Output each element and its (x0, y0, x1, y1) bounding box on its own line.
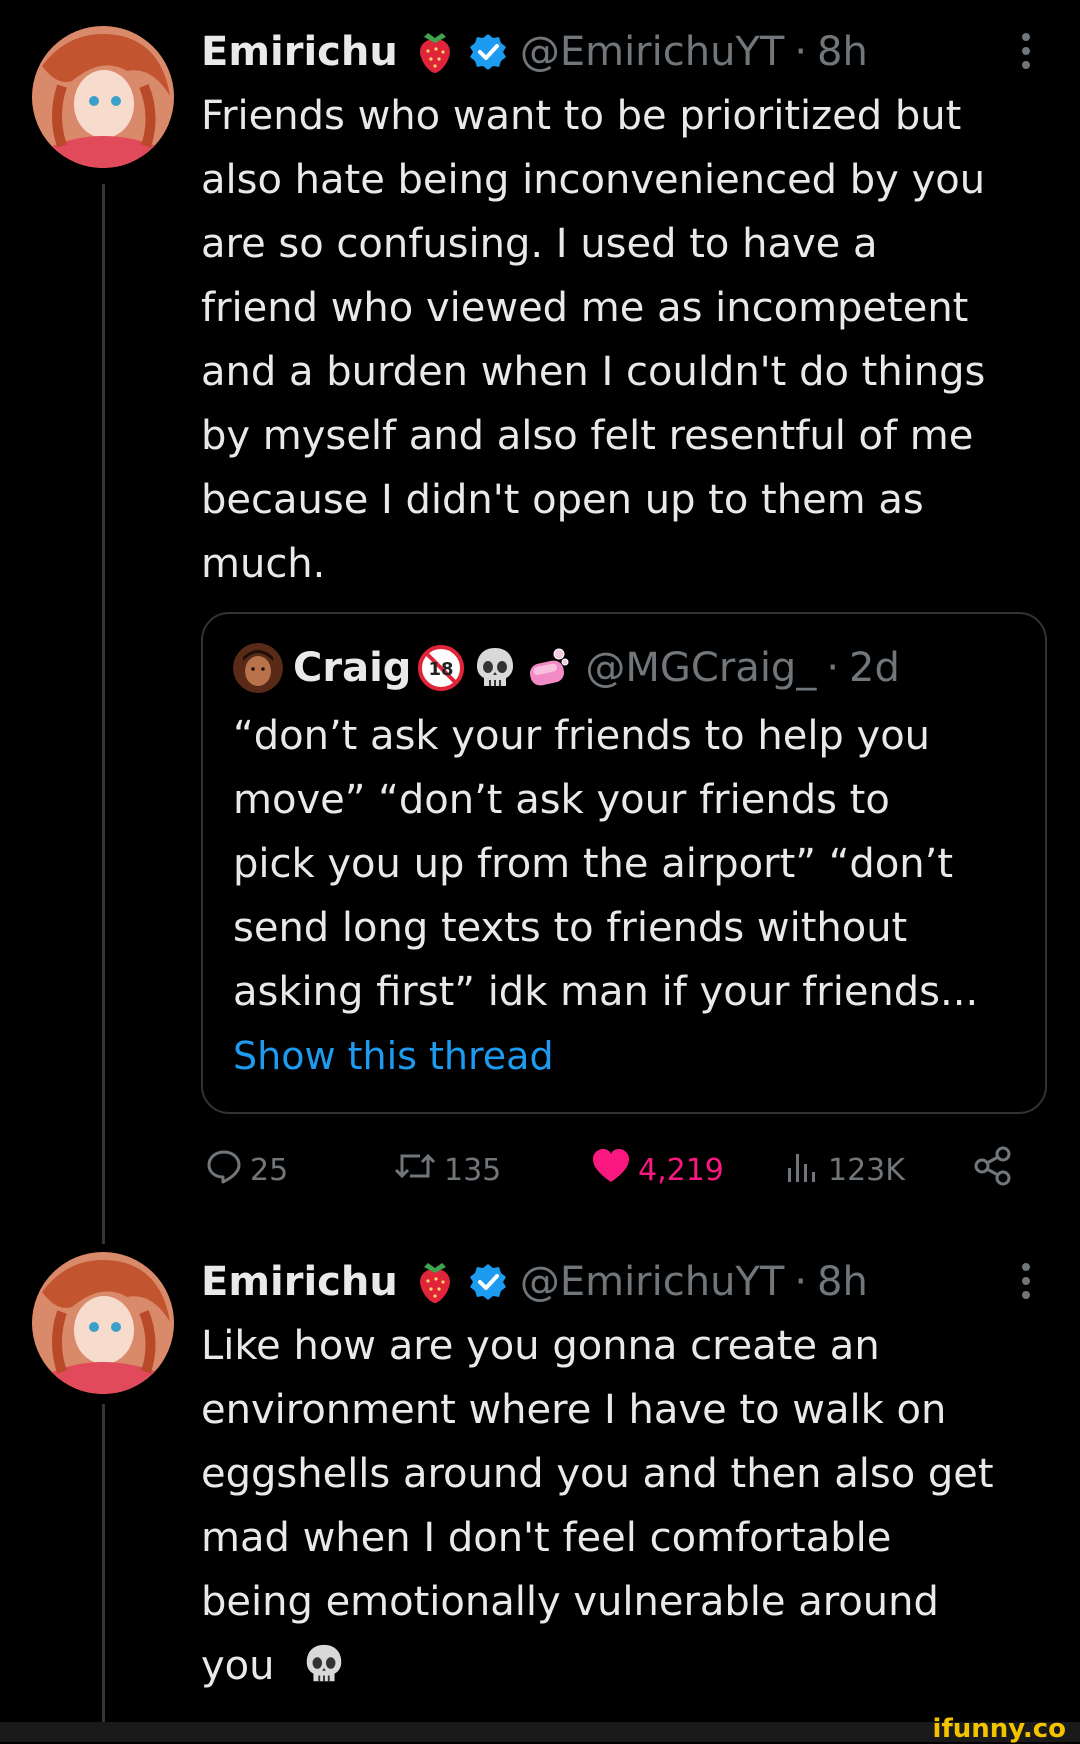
show-thread-link[interactable]: Show this thread (233, 1034, 554, 1078)
reply-icon (204, 1146, 250, 1194)
timestamp[interactable]: 8h (817, 1259, 868, 1305)
quoted-handle[interactable]: @MGCraig_ (585, 645, 816, 691)
quoted-line: send long texts to friends without (233, 905, 908, 951)
quoted-avatar[interactable] (233, 643, 283, 693)
quoted-line: pick you up from the airport” “don’t (233, 841, 954, 887)
heart-icon (590, 1146, 638, 1194)
watermark-bar: ifunny.co (0, 1714, 1080, 1744)
tweet-line: Friends who want to be prioritized but (201, 93, 962, 139)
watermark-logo: ifunny.co (932, 1714, 1066, 1744)
tweet-line-text: you (201, 1643, 275, 1689)
views-count: 123K (828, 1152, 905, 1188)
action-bar: 25 135 4,219 123K (0, 1140, 1080, 1200)
quoted-tweet-header: Craig 18 @MGCraig_ · 2d (233, 640, 900, 696)
svg-text:18: 18 (429, 659, 454, 680)
tweet-line: eggshells around you and then also get (201, 1451, 994, 1497)
tweet-text: Like how are you gonna create an environ… (201, 1314, 1051, 1706)
like-count: 4,219 (638, 1152, 724, 1188)
tweet-line: much. (201, 541, 326, 587)
like-button[interactable]: 4,219 (590, 1140, 724, 1200)
verified-badge-icon (468, 32, 508, 72)
quoted-display-name[interactable]: Craig (293, 645, 411, 691)
handle[interactable]: @EmirichuYT (520, 1259, 784, 1305)
under-18-icon: 18 (417, 644, 465, 692)
tweet-line: by myself and also felt resentful of me (201, 413, 974, 459)
tweet-line: because I didn't open up to them as (201, 477, 924, 523)
strawberry-icon (412, 29, 458, 75)
tweet-header: Emirichu @EmirichuYT · 8h (201, 22, 868, 82)
separator-dot: · (794, 1259, 808, 1305)
retweet-icon (392, 1146, 444, 1194)
quoted-tweet-text: “don’t ask your friends to help you move… (233, 704, 1033, 1024)
tweet-line: environment where I have to walk on (201, 1387, 947, 1433)
separator-dot: · (794, 29, 808, 75)
tweet-line: you (201, 1634, 1051, 1706)
skull-icon (471, 644, 519, 692)
share-icon (972, 1145, 1020, 1195)
tweet-header: Emirichu @EmirichuYT · 8h (201, 1252, 868, 1312)
handle[interactable]: @EmirichuYT (520, 29, 784, 75)
quoted-tweet[interactable]: Craig 18 @MGCraig_ · 2d “don’t ask your … (201, 612, 1047, 1114)
thread-line (102, 184, 105, 1244)
retweet-count: 135 (444, 1152, 502, 1188)
avatar[interactable] (32, 1252, 174, 1394)
skull-icon (301, 1641, 347, 1706)
more-options-icon[interactable] (1014, 30, 1038, 74)
more-options-icon[interactable] (1014, 1260, 1038, 1304)
tweet-line: friend who viewed me as incompetent (201, 285, 969, 331)
quoted-timestamp[interactable]: 2d (849, 645, 900, 691)
quoted-line: asking first” idk man if your friends... (233, 969, 979, 1015)
tweet-line: being emotionally vulnerable around (201, 1579, 939, 1625)
views-button[interactable]: 123K (782, 1140, 905, 1200)
views-icon (782, 1146, 828, 1194)
thread-line (102, 1404, 105, 1722)
verified-badge-icon (468, 1262, 508, 1302)
reply-count: 25 (250, 1152, 289, 1188)
share-button[interactable] (972, 1140, 1020, 1200)
quoted-line: move” “don’t ask your friends to (233, 777, 890, 823)
display-name[interactable]: Emirichu (201, 29, 398, 75)
display-name[interactable]: Emirichu (201, 1259, 398, 1305)
tweet-line: Like how are you gonna create an (201, 1323, 880, 1369)
soap-icon (525, 644, 573, 692)
tweet-line: are so confusing. I used to have a (201, 221, 878, 267)
tweet-text: Friends who want to be prioritized but a… (201, 84, 1051, 596)
avatar[interactable] (32, 26, 174, 168)
timestamp[interactable]: 8h (817, 29, 868, 75)
quoted-line: “don’t ask your friends to help you (233, 713, 931, 759)
separator-dot: · (826, 645, 840, 691)
strawberry-icon (412, 1259, 458, 1305)
tweet-line: and a burden when I couldn't do things (201, 349, 986, 395)
reply-button[interactable]: 25 (204, 1140, 288, 1200)
tweet-line: also hate being inconvenienced by you (201, 157, 986, 203)
retweet-button[interactable]: 135 (392, 1140, 501, 1200)
tweet-line: mad when I don't feel comfortable (201, 1515, 892, 1561)
